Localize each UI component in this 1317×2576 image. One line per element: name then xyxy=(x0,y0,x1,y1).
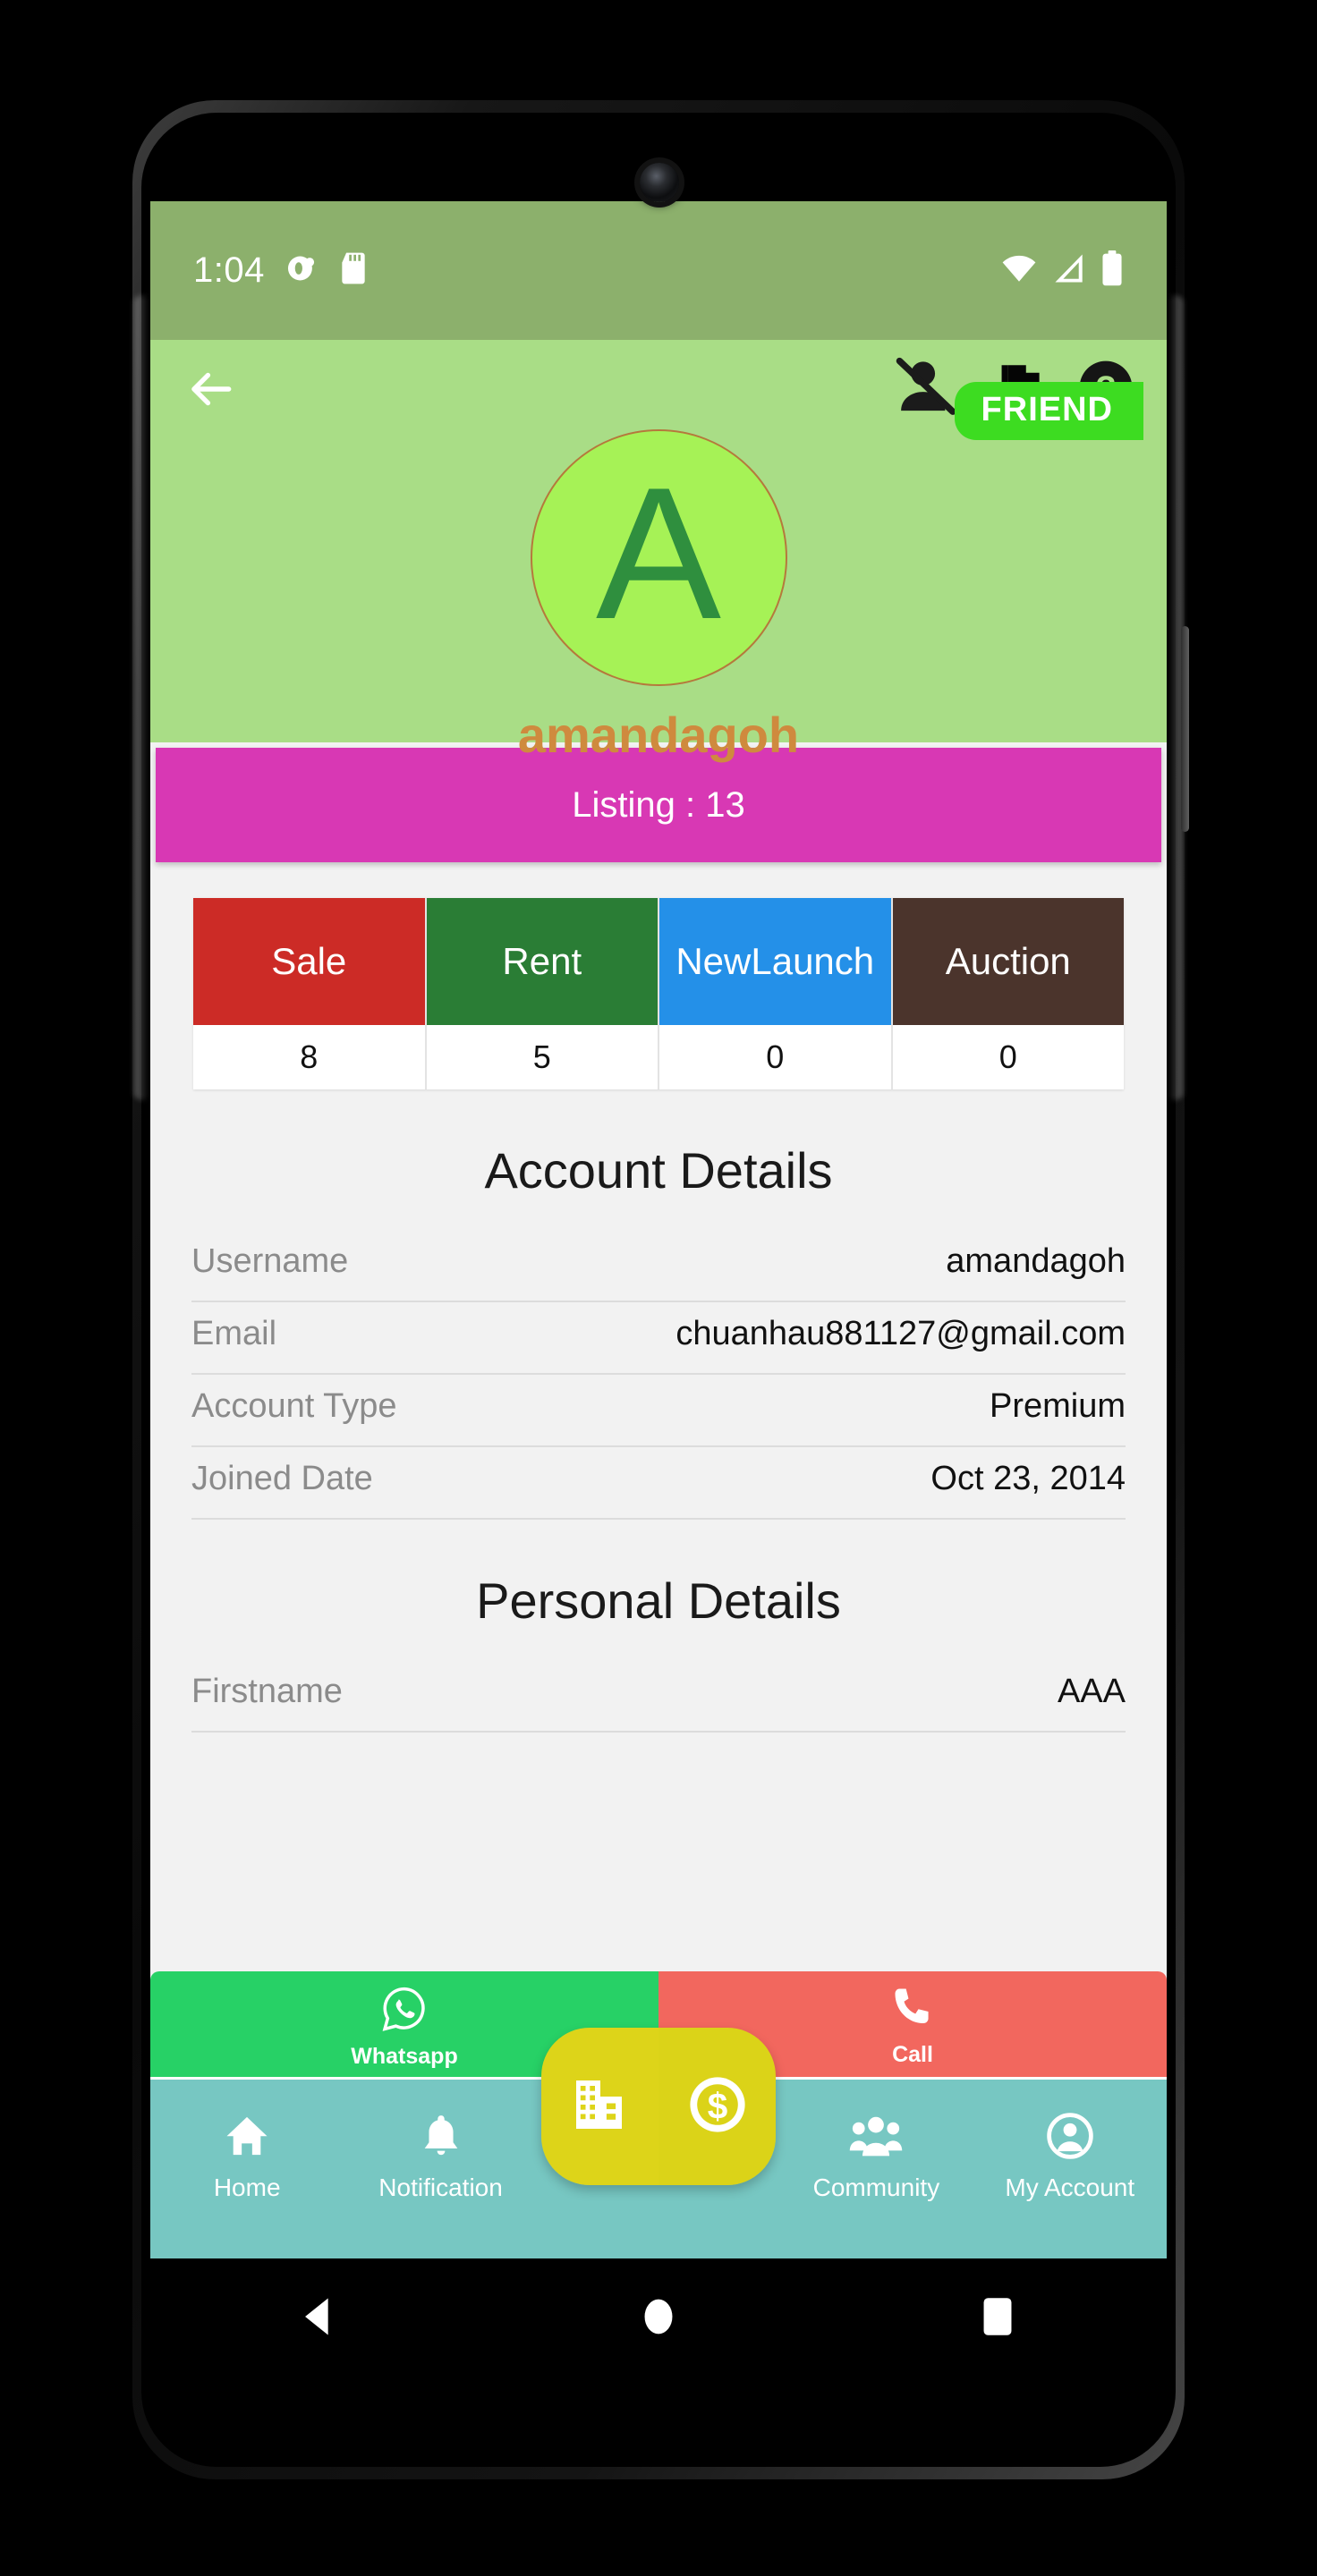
back-arrow-icon[interactable] xyxy=(183,361,238,417)
android-system-nav xyxy=(150,2258,1167,2375)
nav-home-circle-icon[interactable] xyxy=(633,2291,684,2343)
nav-item-my-account[interactable]: My Account xyxy=(973,2112,1167,2202)
detail-value: Oct 23, 2014 xyxy=(930,1460,1126,1497)
detail-row-joined-date: Joined Date Oct 23, 2014 xyxy=(191,1447,1126,1520)
bezel-gloss-left xyxy=(134,295,149,1100)
category-header-sale: Sale xyxy=(193,898,425,1025)
account-details-list: Username amandagoh Email chuanhau881127@… xyxy=(150,1230,1167,1520)
sd-card-icon xyxy=(338,251,369,290)
nav-back-triangle-icon[interactable] xyxy=(293,2291,345,2343)
category-value-auction: 0 xyxy=(892,1025,1124,1089)
category-column-sale[interactable]: Sale 8 xyxy=(193,898,427,1089)
category-header-new-launch: New Launch xyxy=(659,898,891,1025)
bottom-navigation: Home Notification Community My Account $ xyxy=(150,2028,1167,2258)
svg-text:$: $ xyxy=(707,2085,727,2126)
profile-toolbar-actions: ? FRIEND xyxy=(889,357,1143,440)
category-column-auction[interactable]: Auction 0 xyxy=(892,898,1124,1089)
building-icon xyxy=(568,2072,633,2141)
status-bar-right xyxy=(1000,250,1124,291)
category-value-sale: 8 xyxy=(193,1025,425,1089)
phone-screen: 1:04 FRIEND A amandagoh Listing: 13 Sal… xyxy=(150,201,1167,2258)
avatar: A xyxy=(530,429,787,686)
detail-row-account-type: Account Type Premium xyxy=(191,1375,1126,1447)
nav-label: Home xyxy=(213,2174,281,2201)
account-details-title: Account Details xyxy=(484,1142,833,1199)
detail-label: Email xyxy=(191,1315,277,1352)
category-value-new-launch: 0 xyxy=(659,1025,891,1089)
detail-label: Account Type xyxy=(191,1387,397,1425)
profile-toolbar: ? FRIEND xyxy=(150,340,1167,440)
front-camera xyxy=(640,163,679,202)
whatsapp-icon xyxy=(379,1984,429,2038)
wifi-icon xyxy=(1000,251,1038,290)
detail-value: amandagoh xyxy=(946,1242,1126,1280)
nav-item-notification[interactable]: Notification xyxy=(344,2112,537,2202)
fab-finance-button[interactable]: $ xyxy=(658,2028,776,2185)
nav-label: Community xyxy=(812,2174,940,2201)
nav-label: My Account xyxy=(1005,2174,1135,2201)
nav-recents-square-icon[interactable] xyxy=(972,2291,1024,2343)
nav-item-home[interactable]: Home xyxy=(150,2112,344,2202)
detail-row-email: Email chuanhau881127@gmail.com xyxy=(191,1302,1126,1375)
detail-row-firstname: Firstname AAA xyxy=(191,1660,1126,1733)
bell-icon xyxy=(420,2112,463,2165)
category-column-new-launch[interactable]: New Launch 0 xyxy=(659,898,893,1089)
status-bar: 1:04 xyxy=(150,201,1167,340)
profile-header: ? FRIEND A amandagoh xyxy=(150,340,1167,763)
status-bar-left: 1:04 xyxy=(193,250,369,291)
detail-label: Joined Date xyxy=(191,1460,373,1497)
call-label: Call xyxy=(892,2042,933,2067)
category-column-rent[interactable]: Rent 5 xyxy=(426,898,659,1089)
detail-value: chuanhau881127@gmail.com xyxy=(675,1315,1126,1352)
category-header-auction: Auction xyxy=(892,898,1124,1025)
center-fab-group: $ xyxy=(541,2028,776,2185)
category-header-rent: Rent xyxy=(426,898,658,1025)
detail-label: Firstname xyxy=(191,1673,343,1710)
detail-value: AAA xyxy=(1057,1673,1126,1710)
cellular-signal-icon xyxy=(1052,251,1086,290)
profile-identity: A amandagoh xyxy=(150,429,1167,764)
listing-category-table: Sale 8 Rent 5 New Launch 0 Auction 0 xyxy=(193,898,1124,1089)
home-icon xyxy=(223,2112,271,2165)
nav-item-community[interactable]: Community xyxy=(779,2112,973,2202)
detail-row-username: Username amandagoh xyxy=(191,1230,1126,1302)
personal-details-list: Firstname AAA xyxy=(150,1660,1167,1733)
detail-label: Username xyxy=(191,1242,349,1280)
account-circle-icon xyxy=(1046,2112,1094,2165)
whatsapp-label: Whatsapp xyxy=(351,2044,458,2069)
fab-property-button[interactable] xyxy=(541,2028,658,2185)
power-button[interactable] xyxy=(1181,626,1189,832)
people-icon xyxy=(848,2112,904,2165)
contacts-sync-icon xyxy=(285,251,319,290)
block-user-icon[interactable] xyxy=(889,357,964,422)
nav-label: Notification xyxy=(378,2174,503,2201)
dollar-coin-icon: $ xyxy=(685,2072,750,2141)
listing-category-table-wrap: Sale 8 Rent 5 New Launch 0 Auction 0 xyxy=(150,862,1167,1089)
phone-frame: 1:04 FRIEND A amandagoh Listing: 13 Sal… xyxy=(0,0,1317,2576)
detail-value: Premium xyxy=(989,1387,1126,1425)
profile-username: amandagoh xyxy=(517,707,800,763)
friend-status-badge: FRIEND xyxy=(954,381,1143,440)
listing-count-bar[interactable]: Listing : 13 xyxy=(156,748,1161,862)
phone-icon xyxy=(891,1986,934,2037)
status-bar-clock: 1:04 xyxy=(193,250,265,290)
battery-icon xyxy=(1100,250,1124,291)
category-value-rent: 5 xyxy=(426,1025,658,1089)
personal-details-title: Personal Details xyxy=(476,1572,841,1629)
